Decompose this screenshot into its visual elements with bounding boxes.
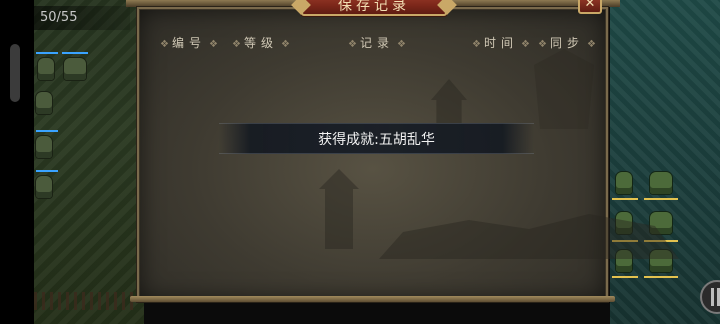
soldier-unit[interactable] [36,136,52,158]
palisade-fence [34,292,134,310]
soldier-unit[interactable] [36,92,52,114]
column-header-level: ❖ 等级 ❖ [232,36,290,50]
achievement-message: 获得成就:五胡乱华 [318,132,435,148]
dialog-bottom-edge [130,296,615,302]
enemy-hp-bar [644,198,678,200]
ornament-icon: ❖ [538,39,547,50]
unit-hp-bar [62,52,88,54]
column-header-id: ❖ 编号 ❖ [160,36,218,50]
column-header-time: ❖ 时间 ❖ [472,36,530,50]
column-header-record: ❖ 记录 ❖ [348,36,406,50]
background-gate [534,49,594,129]
enemy-hp-bar [612,198,638,200]
battlefield-left [34,0,144,324]
cavalry-unit[interactable] [64,58,86,80]
screen-left-bar [0,0,34,324]
pause-icon [711,288,714,306]
side-handle[interactable] [10,44,20,102]
ornament-icon: ❖ [208,39,218,50]
ornament-icon: ❖ [520,39,530,50]
enemy-hp-bar [612,276,638,278]
dialog-title-plaque: 保存记录 [301,0,447,16]
unit-hp-bar [36,170,58,172]
column-header-sync: ❖ 同步 ❖ [538,36,596,50]
unit-hp-bar [36,52,58,54]
enemy-soldier[interactable] [616,172,632,194]
ornament-icon: ❖ [348,39,357,50]
ornament-icon: ❖ [586,39,596,50]
ornament-icon: ❖ [396,39,406,50]
dialog-title: 保存记录 [338,0,410,14]
unit-count: 50/55 [34,6,130,30]
achievement-toast: 获得成就:五胡乱华 [219,123,534,154]
close-button[interactable]: ✕ [578,0,602,14]
ornament-icon: ❖ [160,39,169,50]
ornament-icon: ❖ [232,39,241,50]
soldier-unit[interactable] [36,176,52,198]
close-icon: ✕ [584,0,596,11]
soldier-unit[interactable] [38,58,54,80]
background-pagoda [319,169,359,249]
ornament-icon: ❖ [472,39,481,50]
unit-hp-bar [36,130,58,132]
save-record-dialog: ❖ 编号 ❖ ❖ 等级 ❖ ❖ 记录 ❖ ❖ 时间 ❖ ❖ 同步 ❖ [137,7,679,302]
enemy-hp-bar [644,276,678,278]
ornament-icon: ❖ [280,39,290,50]
enemy-soldier[interactable] [650,172,672,194]
